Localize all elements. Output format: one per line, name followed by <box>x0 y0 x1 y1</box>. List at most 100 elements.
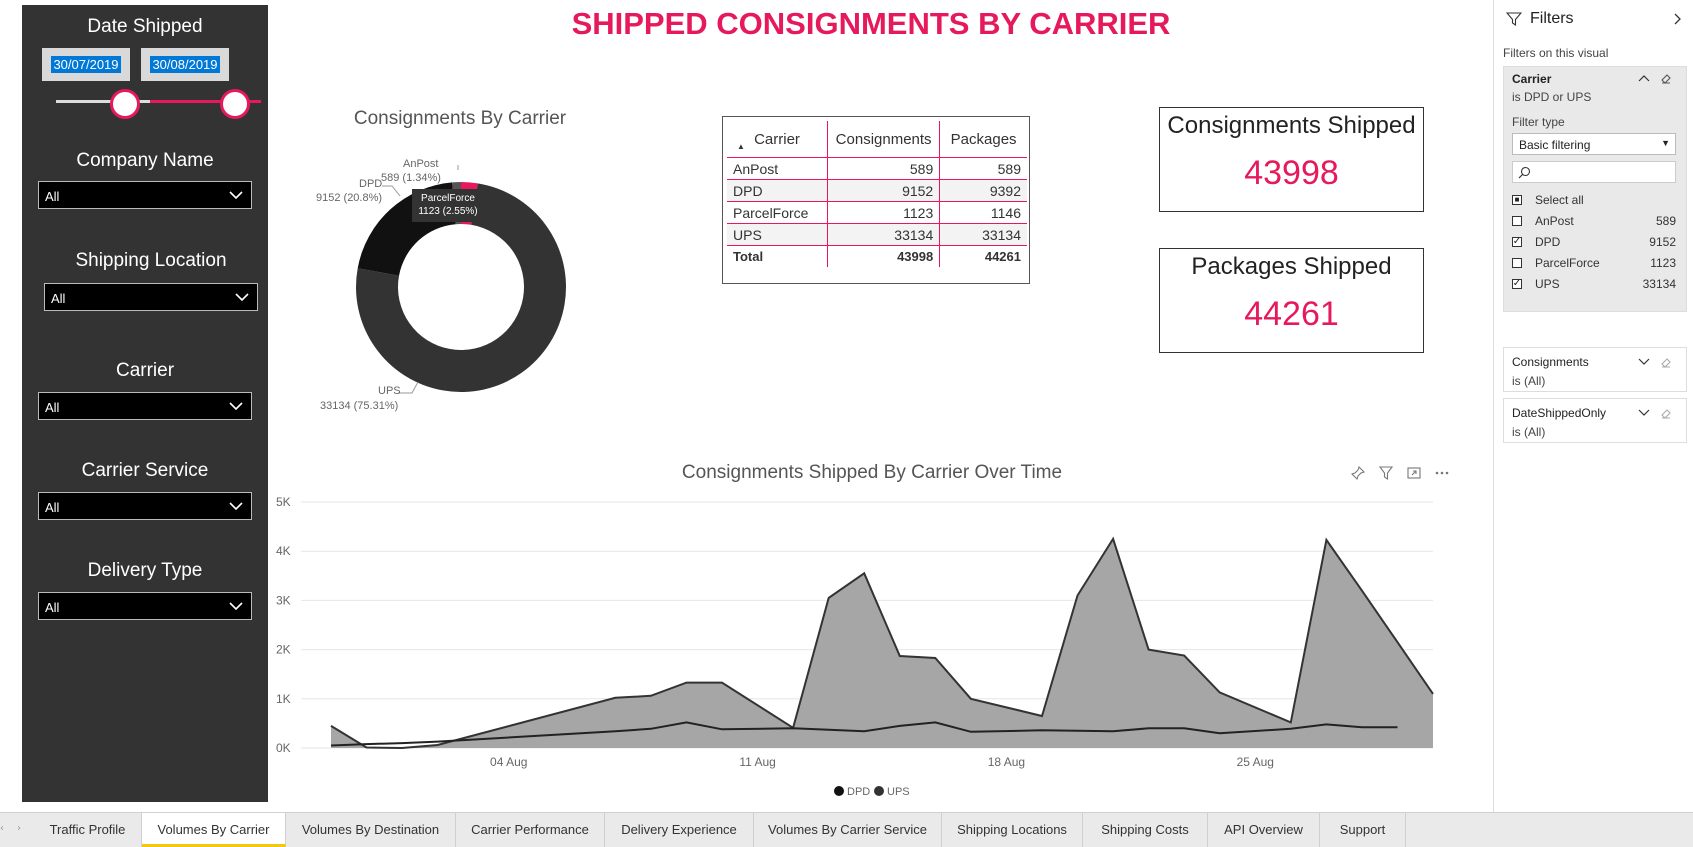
packages-kpi-card[interactable]: Packages Shipped 44261 <box>1159 248 1424 353</box>
date-shipped-label: Date Shipped <box>87 16 203 37</box>
tab-volumes-by-destination[interactable]: Volumes By Destination <box>286 813 456 847</box>
tab-delivery-experience[interactable]: Delivery Experience <box>605 813 754 847</box>
cell-packages: 33134 <box>939 223 1027 246</box>
filter-icon <box>1506 12 1522 27</box>
x-tick-label: 11 Aug <box>739 755 775 769</box>
option-count: 1123 <box>1650 256 1676 270</box>
table-row[interactable]: ParcelForce 1123 1146 <box>727 201 1027 224</box>
focus-mode-icon[interactable] <box>1406 465 1422 481</box>
filter-icon[interactable] <box>1378 465 1394 481</box>
scroll-left-icon[interactable]: ‹ <box>0 823 4 834</box>
date-slider-end-handle[interactable] <box>220 89 250 119</box>
delivery-type-label: Delivery Type <box>87 560 203 581</box>
tooltip-carrier: ParcelForce <box>421 193 475 204</box>
carrier-service-dropdown[interactable]: All <box>38 492 252 520</box>
company-name-value: All <box>45 189 60 204</box>
consignments-filter-card[interactable]: Consignments is (All) <box>1503 347 1687 392</box>
table-row[interactable]: AnPost 589 589 <box>727 157 1027 180</box>
collapse-chevron-icon[interactable] <box>1672 12 1684 26</box>
date-slider-start-handle[interactable] <box>110 89 140 119</box>
checkbox[interactable] <box>1512 216 1522 226</box>
table-row[interactable]: UPS 33134 33134 <box>727 223 1027 246</box>
delivery-type-dropdown[interactable]: All <box>38 592 252 620</box>
page-title: SHIPPED CONSIGNMENTS BY CARRIER <box>571 6 1171 41</box>
packages-kpi-value: 44261 <box>1244 295 1339 333</box>
filter-type-label: Filter type <box>1512 115 1565 129</box>
dpd-label-value: 9152 (20.8%) <box>316 192 383 204</box>
consignments-filter-name: Consignments <box>1512 355 1589 369</box>
chevron-down-icon <box>229 502 243 511</box>
clear-filter-icon[interactable] <box>1660 356 1673 369</box>
chevron-up-icon[interactable] <box>1638 73 1650 83</box>
dpd-leader-line <box>382 185 401 197</box>
clear-filter-icon[interactable] <box>1660 72 1673 85</box>
filter-type-value: Basic filtering <box>1519 138 1591 152</box>
y-tick-label: 1K <box>276 692 291 706</box>
start-date-input[interactable]: 30/07/2019 <box>42 48 130 81</box>
cell-packages: 589 <box>939 157 1027 180</box>
column-header-consignments[interactable]: Consignments <box>827 121 941 158</box>
clear-filter-icon[interactable] <box>1660 407 1673 420</box>
filter-option-anpost[interactable]: AnPost 589 <box>1512 213 1680 231</box>
tab-shipping-costs[interactable]: Shipping Costs <box>1083 813 1208 847</box>
more-options-icon[interactable] <box>1434 465 1450 481</box>
slicer-panel: Date Shipped 30/07/2019 30/08/2019 Compa… <box>22 5 268 802</box>
date-filter-condition: is (All) <box>1512 425 1546 439</box>
caret-down-icon: ▼ <box>1661 138 1670 148</box>
cell-consignments: 9152 <box>827 179 941 202</box>
table-row[interactable]: DPD 9152 9392 <box>727 179 1027 202</box>
carrier-label: Carrier <box>115 360 175 381</box>
legend-ups-label: UPS <box>887 786 910 798</box>
shipping-location-label: Shipping Location <box>75 250 227 271</box>
cell-consignments: 589 <box>827 157 941 180</box>
total-packages: 44261 <box>984 249 1021 264</box>
filter-search-input[interactable] <box>1512 161 1676 183</box>
tab-traffic-profile[interactable]: Traffic Profile <box>34 813 142 847</box>
carrier-dropdown[interactable]: All <box>38 392 252 420</box>
consignments-kpi-card[interactable]: Consignments Shipped 43998 <box>1159 107 1424 212</box>
pin-icon[interactable] <box>1350 465 1366 481</box>
scroll-right-icon[interactable]: › <box>17 823 21 834</box>
chevron-down-icon[interactable] <box>1638 357 1650 367</box>
filter-option-dpd[interactable]: ✓ DPD 9152 <box>1512 234 1680 252</box>
chevron-down-icon <box>229 191 243 200</box>
header-label: Carrier <box>754 130 800 148</box>
cell-consignments: 33134 <box>827 223 941 246</box>
anpost-label-value: 589 (1.34%) <box>381 172 441 184</box>
cell-carrier: ParcelForce <box>727 201 828 224</box>
tab-volumes-by-carrier[interactable]: Volumes By Carrier <box>142 813 286 847</box>
donut-chart[interactable] <box>300 150 600 420</box>
company-name-dropdown[interactable]: All <box>38 181 252 209</box>
chevron-down-icon[interactable] <box>1638 408 1650 418</box>
tab-carrier-performance[interactable]: Carrier Performance <box>456 813 605 847</box>
partial-select-icon: ■ <box>1514 195 1520 204</box>
filter-option-ups[interactable]: ✓ UPS 33134 <box>1512 276 1680 294</box>
page-tab-bar: ‹ › Traffic Profile Volumes By Carrier V… <box>0 812 1693 847</box>
chevron-down-icon <box>235 293 249 302</box>
packages-kpi-label: Packages Shipped <box>1191 253 1392 280</box>
search-icon <box>1518 166 1531 179</box>
filter-type-dropdown[interactable]: Basic filtering ▼ <box>1512 133 1676 155</box>
total-label: Total <box>727 245 828 267</box>
option-label: DPD <box>1535 235 1561 249</box>
consignments-kpi-value: 43998 <box>1244 154 1339 192</box>
tab-support[interactable]: Support <box>1320 813 1406 847</box>
date-filter-card[interactable]: DateShippedOnly is (All) <box>1503 398 1687 443</box>
column-header-packages[interactable]: Packages <box>939 121 1027 158</box>
legend-dpd-marker <box>834 786 844 796</box>
filters-pane: Filters Filters on this visual Carrier i… <box>1493 0 1693 812</box>
carrier-service-value: All <box>45 500 60 515</box>
area-series-ups[interactable] <box>331 538 1433 748</box>
tab-volumes-by-carrier-service[interactable]: Volumes By Carrier Service <box>754 813 942 847</box>
select-all-option[interactable]: ■ Select all <box>1512 192 1680 210</box>
checkbox[interactable] <box>1512 258 1522 268</box>
filter-option-parcelforce[interactable]: ParcelForce 1123 <box>1512 255 1680 273</box>
tab-shipping-locations[interactable]: Shipping Locations <box>942 813 1083 847</box>
area-chart[interactable]: 0K 1K 2K 3K 4K 5K 04 Aug 11 Aug 18 Aug 25 Aug DP… <box>276 490 1456 800</box>
tab-api-overview[interactable]: API Overview <box>1208 813 1320 847</box>
shipping-location-dropdown[interactable]: All <box>44 283 258 311</box>
end-date-input[interactable]: 30/08/2019 <box>141 48 229 81</box>
column-header-carrier[interactable]: ▲ Carrier <box>727 121 828 158</box>
select-all-label: Select all <box>1535 193 1584 207</box>
donut-tooltip-text: ParcelForce 1123 (2.55%) <box>412 192 484 218</box>
